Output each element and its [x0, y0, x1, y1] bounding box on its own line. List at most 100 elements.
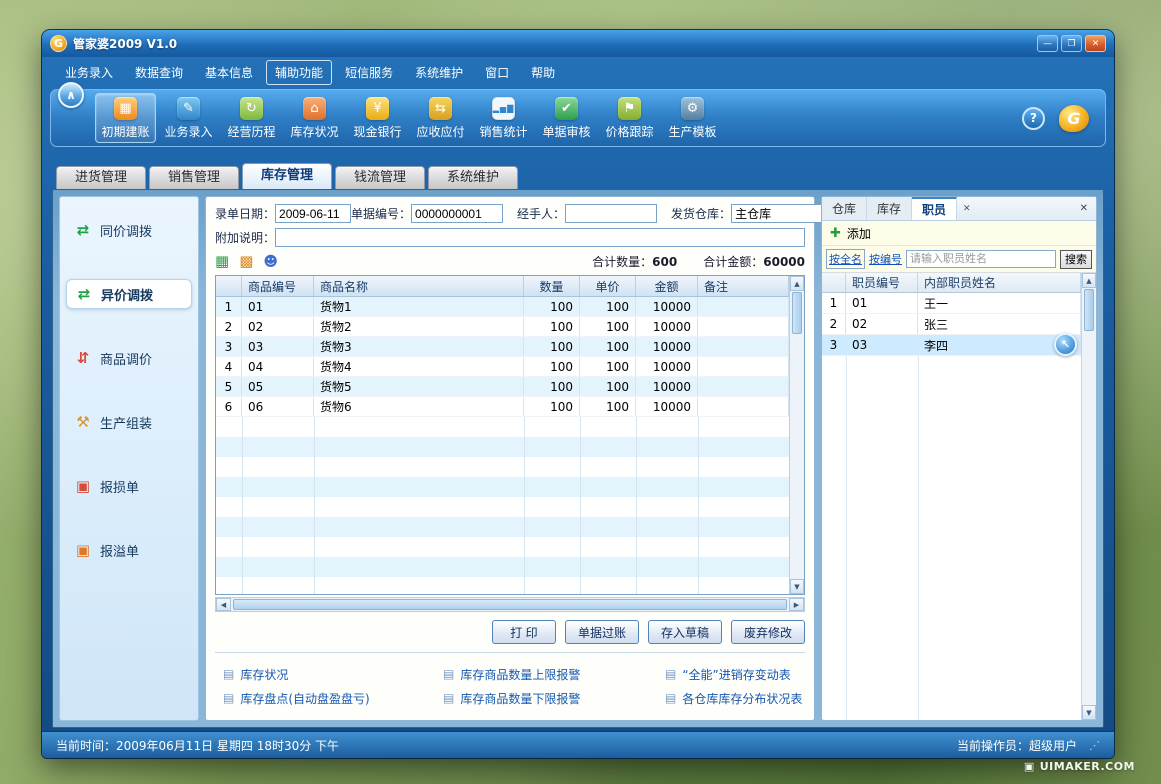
menu-item-system-maintenance[interactable]: 系统维护	[406, 60, 472, 85]
menu-item-sms-service[interactable]: 短信服务	[336, 60, 402, 85]
sidebar-item-label: 异价调拨	[101, 285, 153, 304]
toolbar-item-price-tracking[interactable]: ⚑ 价格跟踪	[599, 93, 660, 143]
toolbar-item-sales-stats[interactable]: ▂▅▇ 销售统计	[473, 93, 534, 143]
menu-item-basic-info[interactable]: 基本信息	[196, 60, 262, 85]
sheet-icon[interactable]: ▦	[215, 254, 229, 269]
toolbar-item-production-template[interactable]: ⚙ 生产模板	[662, 93, 723, 143]
staff-row[interactable]: 2 02 张三	[822, 314, 1081, 335]
table-row[interactable]: 2 02 货物2 100 100 10000	[216, 317, 789, 337]
scroll-down-icon[interactable]: ▼	[790, 579, 804, 594]
form-row-header: 录单日期： 单据编号： 经手人： 发货仓库：	[215, 204, 805, 223]
scroll-down-icon[interactable]: ▼	[1082, 705, 1096, 720]
print-button[interactable]: 打 印	[492, 620, 556, 644]
handler-input[interactable]	[565, 204, 657, 223]
grid-horizontal-scrollbar[interactable]: ◀ ▶	[215, 597, 805, 612]
toolbar-item-receivable-payable[interactable]: ⇆ 应收应付	[410, 93, 471, 143]
staff-search-input[interactable]	[906, 250, 1056, 268]
table-row[interactable]: 6 06 货物6 100 100 10000	[216, 397, 789, 417]
resize-grip[interactable]: ⋰	[1089, 739, 1100, 752]
link-stock-lower-limit-alert[interactable]: ▤ 库存商品数量下限报警	[443, 690, 665, 707]
menu-item-help[interactable]: 帮助	[522, 60, 564, 85]
scroll-thumb[interactable]	[792, 292, 802, 334]
toolbar-item-inventory-status[interactable]: ⌂ 库存状况	[284, 93, 345, 143]
minimize-button[interactable]: —	[1037, 35, 1058, 52]
cell-price: 100	[580, 297, 636, 316]
tab-staff[interactable]: 职员	[912, 197, 957, 220]
sidebar-item-diff-price-transfer[interactable]: ⇄ 异价调拨	[66, 279, 192, 309]
close-button[interactable]: ✕	[1085, 35, 1106, 52]
staff-row-selected[interactable]: 3 03 李四 ↖	[822, 335, 1081, 356]
tab-close-icon[interactable]: ✕	[957, 197, 977, 220]
sidebar-item-loss-report[interactable]: ▣ 报损单	[66, 471, 192, 501]
staff-search-row: 按全名 按编号 搜索	[822, 246, 1096, 273]
sales-stats-icon: ▂▅▇	[492, 97, 515, 120]
grid-header-row: 商品编号 商品名称 数量 单价 金额 备注	[216, 276, 789, 297]
tab-system-maintenance[interactable]: 系统维护	[428, 166, 518, 189]
tab-sales-management[interactable]: 销售管理	[149, 166, 239, 189]
add-row[interactable]: ✚ 添加	[822, 221, 1096, 246]
scroll-up-icon[interactable]: ▲	[790, 276, 804, 291]
filter-by-fullname[interactable]: 按全名	[826, 249, 865, 269]
scroll-up-icon[interactable]: ▲	[1082, 273, 1096, 288]
toolbar-item-cash-bank[interactable]: ¥ 现金银行	[347, 93, 408, 143]
doc-audit-icon: ✔	[555, 97, 578, 120]
post-document-button[interactable]: 单据过账	[565, 620, 639, 644]
scroll-left-icon[interactable]: ◀	[216, 598, 231, 611]
scroll-thumb[interactable]	[1084, 289, 1094, 331]
search-button[interactable]: 搜索	[1060, 250, 1092, 269]
note-input[interactable]	[275, 228, 805, 247]
tab-purchase-management[interactable]: 进货管理	[56, 166, 146, 189]
total-quantity: 合计数量：600	[592, 253, 677, 270]
sidebar-item-overflow-report[interactable]: ▣ 报溢单	[66, 535, 192, 565]
toolbar-item-doc-audit[interactable]: ✔ 单据审核	[536, 93, 597, 143]
staff-vertical-scrollbar[interactable]: ▲ ▼	[1081, 273, 1096, 720]
toolbar-item-label: 业务录入	[164, 123, 212, 140]
sidebar-item-price-adjust[interactable]: ⇵ 商品调价	[66, 343, 192, 373]
tab-inventory-management[interactable]: 库存管理	[242, 163, 332, 189]
sidebar-item-production-assembly[interactable]: ⚒ 生产组装	[66, 407, 192, 437]
grid-vertical-scrollbar[interactable]: ▲ ▼	[789, 276, 804, 594]
toolbar-item-business-history[interactable]: ↻ 经营历程	[221, 93, 282, 143]
person-icon[interactable]: ☻	[263, 255, 278, 269]
toolbar: ∧ ▦ 初期建账 ✎ 业务录入 ↻ 经营历程 ⌂ 库存状况	[50, 89, 1106, 147]
grid-tools-row: ▦ ▩ ☻ 合计数量：600 合计金额：60000	[215, 253, 805, 270]
menu-item-window[interactable]: 窗口	[476, 60, 518, 85]
toolbar-item-business-entry[interactable]: ✎ 业务录入	[158, 93, 219, 143]
app-window: G 管家婆2009 V1.0 — ❐ ✕ 业务录入 数据查询 基本信息 辅助功能…	[42, 30, 1114, 758]
toolbar-item-initial-setup[interactable]: ▦ 初期建账	[95, 93, 156, 143]
tab-warehouse[interactable]: 仓库	[822, 197, 867, 220]
staff-row[interactable]: 1 01 王一	[822, 293, 1081, 314]
table-row[interactable]: 5 05 货物5 100 100 10000	[216, 377, 789, 397]
date-input[interactable]	[275, 204, 351, 223]
link-warehouse-distribution-report[interactable]: ▤ 各仓库库存分布状况表	[665, 690, 802, 707]
menu-item-data-query[interactable]: 数据查询	[126, 60, 192, 85]
watermark-icon: ▣	[1024, 760, 1035, 773]
tab-stock[interactable]: 库存	[867, 197, 912, 220]
table-row[interactable]: 4 04 货物4 100 100 10000	[216, 357, 789, 377]
warehouse-input[interactable]	[731, 204, 835, 223]
tab-cashflow-management[interactable]: 钱流管理	[335, 166, 425, 189]
doc-number-input[interactable]	[411, 204, 503, 223]
toolbar-item-label: 销售统计	[479, 123, 527, 140]
calculator-icon[interactable]: ▩	[239, 254, 253, 269]
discard-changes-button[interactable]: 废弃修改	[731, 620, 805, 644]
sidebar-item-same-price-transfer[interactable]: ⇄ 同价调拨	[66, 215, 192, 245]
scroll-right-icon[interactable]: ▶	[789, 598, 804, 611]
collapse-toolbar-button[interactable]: ∧	[58, 82, 84, 108]
save-draft-button[interactable]: 存入草稿	[648, 620, 722, 644]
menu-item-aux-functions[interactable]: 辅助功能	[266, 60, 332, 85]
filter-by-code[interactable]: 按编号	[869, 251, 902, 267]
cell-name: 货物4	[314, 357, 524, 376]
titlebar[interactable]: G 管家婆2009 V1.0 — ❐ ✕	[42, 30, 1114, 57]
scroll-thumb[interactable]	[233, 599, 787, 610]
link-allround-flow-report[interactable]: ▤ “全能”进销存变动表	[665, 666, 802, 683]
table-row[interactable]: 1 01 货物1 100 100 10000	[216, 297, 789, 317]
table-row[interactable]: 3 03 货物3 100 100 10000	[216, 337, 789, 357]
link-stocktaking[interactable]: ▤ 库存盘点(自动盘盈盘亏)	[223, 690, 443, 707]
maximize-button[interactable]: ❐	[1061, 35, 1082, 52]
help-icon[interactable]: ?	[1022, 107, 1045, 130]
link-stock-upper-limit-alert[interactable]: ▤ 库存商品数量上限报警	[443, 666, 665, 683]
link-inventory-status[interactable]: ▤ 库存状况	[223, 666, 443, 683]
panel-close-icon[interactable]: ✕	[1072, 197, 1096, 220]
menu-item-business-entry[interactable]: 业务录入	[56, 60, 122, 85]
